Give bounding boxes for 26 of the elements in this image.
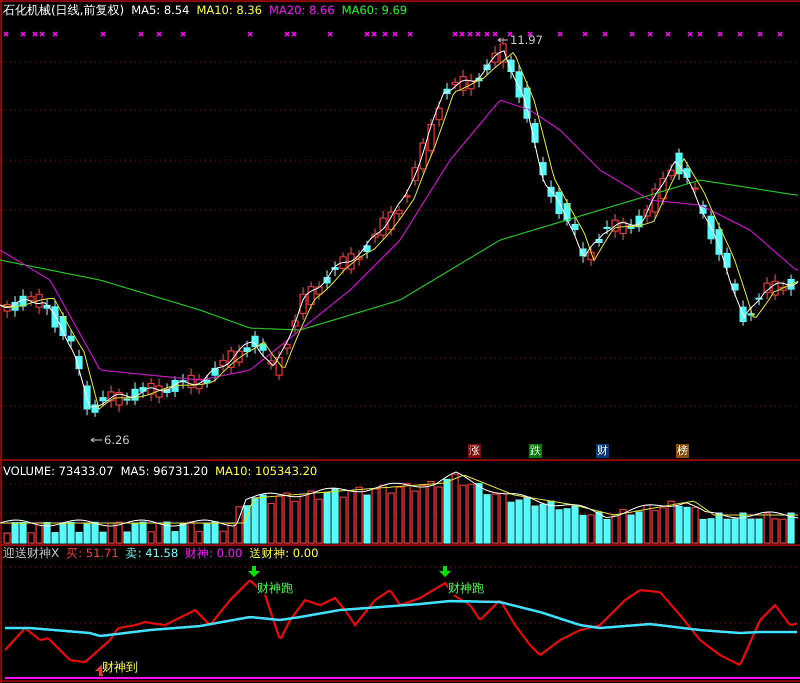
indicator-value: 卖: 41.58 [126, 546, 178, 560]
high-pointer-icon [498, 38, 508, 42]
down-arrow-icon [248, 566, 260, 577]
signal-label: 财神跑 [448, 581, 484, 595]
ma-value: MA5: 8.54 [131, 3, 190, 17]
signal-label: 财神到 [102, 660, 138, 674]
indicator-value: 买: 51.71 [66, 546, 119, 560]
volume-value: MA5: 96731.20 [120, 464, 208, 478]
low-pointer-icon [90, 438, 102, 442]
low-price-label: 6.26 [104, 434, 130, 446]
indicator-value: 财神: 0.00 [185, 546, 242, 560]
signal-label: 财神跑 [257, 581, 293, 595]
volume-value: VOLUME: 73433.07 [3, 464, 114, 478]
signal-badge: 涨 [468, 444, 481, 458]
down-arrow-icon [439, 566, 451, 577]
chart-title: 石化机械(日线,前复权) [3, 3, 124, 17]
high-price-label: 11.97 [510, 34, 543, 46]
ma-value: MA20: 8.66 [269, 3, 335, 17]
signal-badge: 榜 [676, 444, 689, 458]
signal-badge: 跌 [529, 444, 542, 458]
indicator-value: 送财神: 0.00 [249, 546, 318, 560]
volume-value: MA10: 105343.20 [215, 464, 318, 478]
ma-value: MA60: 9.69 [342, 3, 408, 17]
indicator-title: 迎送财神X [3, 546, 60, 560]
signal-badge: 财 [596, 444, 609, 458]
ma-value: MA10: 8.36 [196, 3, 262, 17]
